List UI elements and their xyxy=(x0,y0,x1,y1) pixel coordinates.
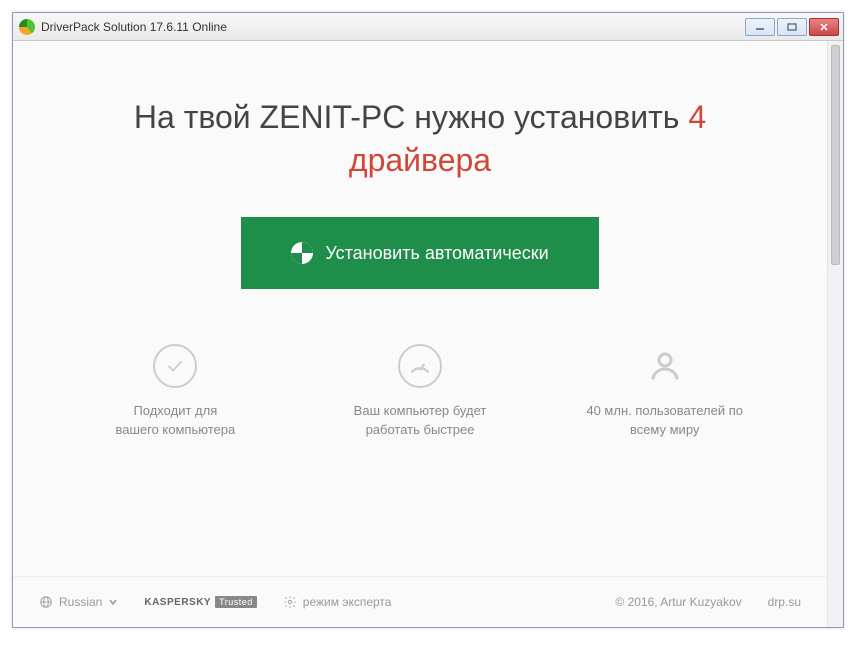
feature-faster: Ваш компьютер будет работать быстрее xyxy=(298,344,543,438)
window-controls xyxy=(745,18,839,36)
feature-text-2a: Ваш компьютер будет xyxy=(308,402,533,420)
language-label: Russian xyxy=(59,595,102,609)
globe-icon xyxy=(39,595,53,609)
headline-middle: нужно установить xyxy=(414,99,679,135)
gauge-icon xyxy=(398,344,442,388)
close-button[interactable] xyxy=(809,18,839,36)
client-area: На твой ZENIT-PC нужно установить 4 драй… xyxy=(13,41,843,627)
expert-mode-label: режим эксперта xyxy=(303,595,392,609)
app-icon xyxy=(19,19,35,35)
scrollbar-thumb[interactable] xyxy=(831,45,840,265)
footer: Russian KASPERSKY Trusted режим эксперта… xyxy=(13,576,827,627)
feature-text-1a: Подходит для xyxy=(63,402,288,420)
feature-text-3a: 40 млн. пользователей по xyxy=(552,402,777,420)
headline-pcname: ZENIT-PC xyxy=(260,99,406,135)
headline-word: драйвера xyxy=(349,142,491,178)
kaspersky-trusted: Trusted xyxy=(215,596,257,608)
copyright: © 2016, Artur Kuzyakov xyxy=(615,595,741,609)
window-title: DriverPack Solution 17.6.11 Online xyxy=(41,20,745,34)
checkmark-icon xyxy=(153,344,197,388)
feature-suitable: Подходит для вашего компьютера xyxy=(53,344,298,438)
cta-wrap: Установить автоматически xyxy=(13,217,827,289)
main-content: На твой ZENIT-PC нужно установить 4 драй… xyxy=(13,41,827,627)
chevron-down-icon xyxy=(108,597,118,607)
install-auto-button[interactable]: Установить автоматически xyxy=(241,217,598,289)
install-auto-label: Установить автоматически xyxy=(325,243,548,264)
maximize-button[interactable] xyxy=(777,18,807,36)
feature-text-1b: вашего компьютера xyxy=(63,421,288,439)
minimize-button[interactable] xyxy=(745,18,775,36)
expert-mode-button[interactable]: режим эксперта xyxy=(283,595,392,609)
site-link[interactable]: drp.su xyxy=(768,595,801,609)
feature-text-3b: всему миру xyxy=(552,421,777,439)
user-icon xyxy=(643,344,687,388)
titlebar: DriverPack Solution 17.6.11 Online xyxy=(13,13,843,41)
headline-count: 4 xyxy=(688,99,706,135)
scrollbar[interactable] xyxy=(827,41,843,627)
gear-icon xyxy=(283,595,297,609)
kaspersky-badge: KASPERSKY Trusted xyxy=(144,596,256,608)
headline: На твой ZENIT-PC нужно установить 4 драй… xyxy=(13,96,827,182)
feature-users: 40 млн. пользователей по всему миру xyxy=(542,344,787,438)
features-row: Подходит для вашего компьютера Ваш компь… xyxy=(13,344,827,438)
feature-text-2b: работать быстрее xyxy=(308,421,533,439)
headline-prefix: На твой xyxy=(134,99,251,135)
app-window: DriverPack Solution 17.6.11 Online На тв… xyxy=(12,12,844,628)
install-icon xyxy=(291,242,313,264)
language-selector[interactable]: Russian xyxy=(39,595,118,609)
kaspersky-label: KASPERSKY xyxy=(144,597,211,608)
